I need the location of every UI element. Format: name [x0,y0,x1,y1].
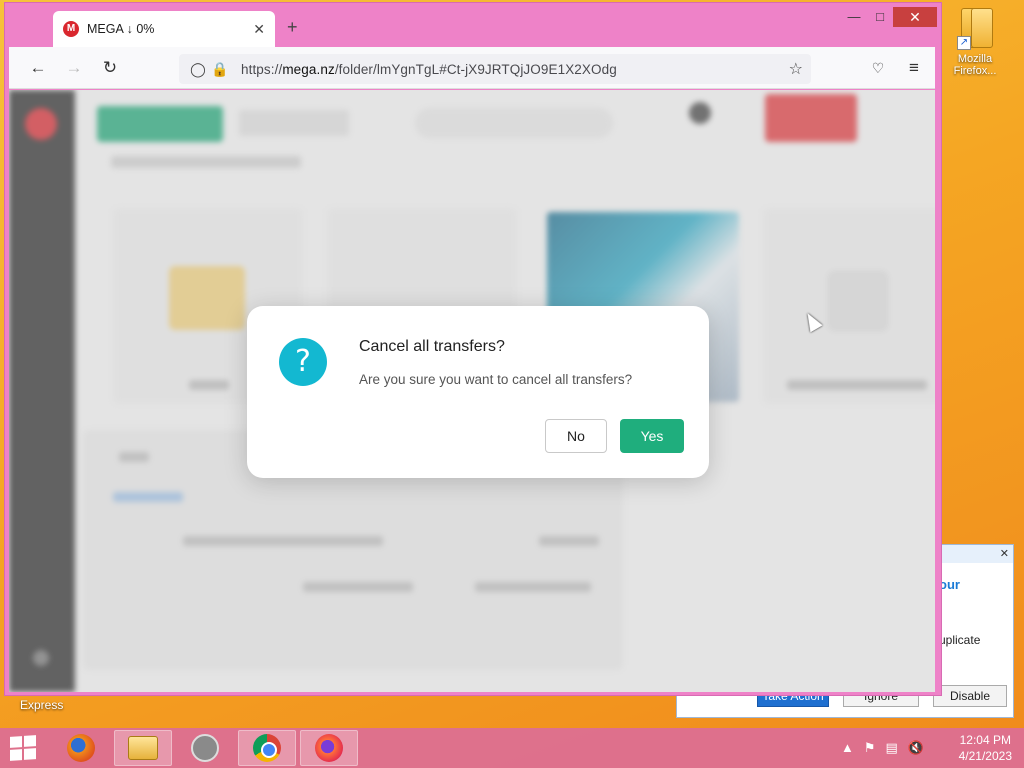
navigation-bar: ← → ↻ ◯ 🔒 https://mega.nz/folder/lmYgnTg… [9,47,935,89]
app-icon [191,734,219,762]
taskbar-chrome[interactable] [238,730,296,766]
file-explorer-icon [128,736,158,760]
system-tray: ▲ ⚑ ▤ 🔇 [841,740,924,756]
shield-icon[interactable]: ◯ [187,61,209,78]
new-tab-icon[interactable]: + [287,17,298,38]
taskbar-app[interactable] [176,730,234,766]
desktop-icon-label: Mozilla Firefox... [953,53,997,77]
shortcut-arrow-icon: ↗ [957,36,971,50]
back-arrow-icon[interactable]: ← [27,57,49,79]
mega-logo-icon: M [63,21,79,37]
taskbar-firefox-old[interactable] [52,730,110,766]
clock-time: 12:04 PM [959,733,1011,747]
dialog-title: Cancel all transfers? [359,338,505,355]
taskbar-file-explorer[interactable] [114,730,172,766]
minimize-icon[interactable]: — [841,7,867,27]
close-icon[interactable]: ✕ [1000,547,1009,560]
taskbar-firefox[interactable] [300,730,358,766]
firefox-icon [67,734,95,762]
no-button[interactable]: No [545,419,607,453]
firefox-icon [315,734,343,762]
clock-date: 4/21/2023 [958,749,1012,763]
window-controls: — □ ✕ [841,7,937,27]
notification-body: uplicate [939,633,981,647]
pocket-icon[interactable]: ♡ [867,57,889,79]
dialog-message: Are you sure you want to cancel all tran… [359,372,633,387]
disable-button[interactable]: Disable [933,685,1007,707]
page-content: ? Cancel all transfers? Are you sure you… [9,90,935,692]
show-hidden-icons-icon[interactable]: ▲ [841,740,854,756]
maximize-icon[interactable]: □ [867,7,893,27]
folder-icon: ↗ [955,6,995,50]
lock-icon[interactable]: 🔒 [209,61,231,78]
notification-heading: our [939,577,960,592]
start-button-icon[interactable] [10,735,36,761]
browser-tab[interactable]: M MEGA ↓ 0% ✕ [53,11,275,47]
url-text[interactable]: https://mega.nz/folder/lmYgnTgL#Ct-jX9JR… [241,62,617,77]
close-window-icon[interactable]: ✕ [893,7,937,27]
tab-title: MEGA ↓ 0% [87,22,155,36]
clock[interactable]: 12:04 PM 4/21/2023 [959,732,1012,764]
forward-arrow-icon[interactable]: → [63,57,85,79]
close-tab-icon[interactable]: ✕ [253,21,265,38]
menu-icon[interactable]: ≡ [903,57,925,79]
yes-button[interactable]: Yes [620,419,684,453]
taskbar: ▲ ⚑ ▤ 🔇 12:04 PM 4/21/2023 [0,728,1024,768]
volume-muted-icon[interactable]: 🔇 [908,740,924,756]
firefox-window: — □ ✕ M MEGA ↓ 0% ✕ + ← → ↻ ◯ 🔒 https://… [4,2,942,696]
chrome-icon [253,734,281,762]
question-icon: ? [279,338,327,386]
reload-icon[interactable]: ↻ [99,57,121,79]
cancel-transfers-dialog: ? Cancel all transfers? Are you sure you… [247,306,709,478]
network-icon[interactable]: ▤ [886,740,898,756]
desktop-icon-firefox-folder[interactable]: ↗ Mozilla Firefox... [946,6,1004,77]
action-center-flag-icon[interactable]: ⚑ [864,740,876,756]
bookmark-star-icon[interactable]: ☆ [789,59,803,79]
address-bar[interactable]: ◯ 🔒 https://mega.nz/folder/lmYgnTgL#Ct-j… [179,54,811,84]
desktop-icon-label-express[interactable]: Express [20,698,63,712]
